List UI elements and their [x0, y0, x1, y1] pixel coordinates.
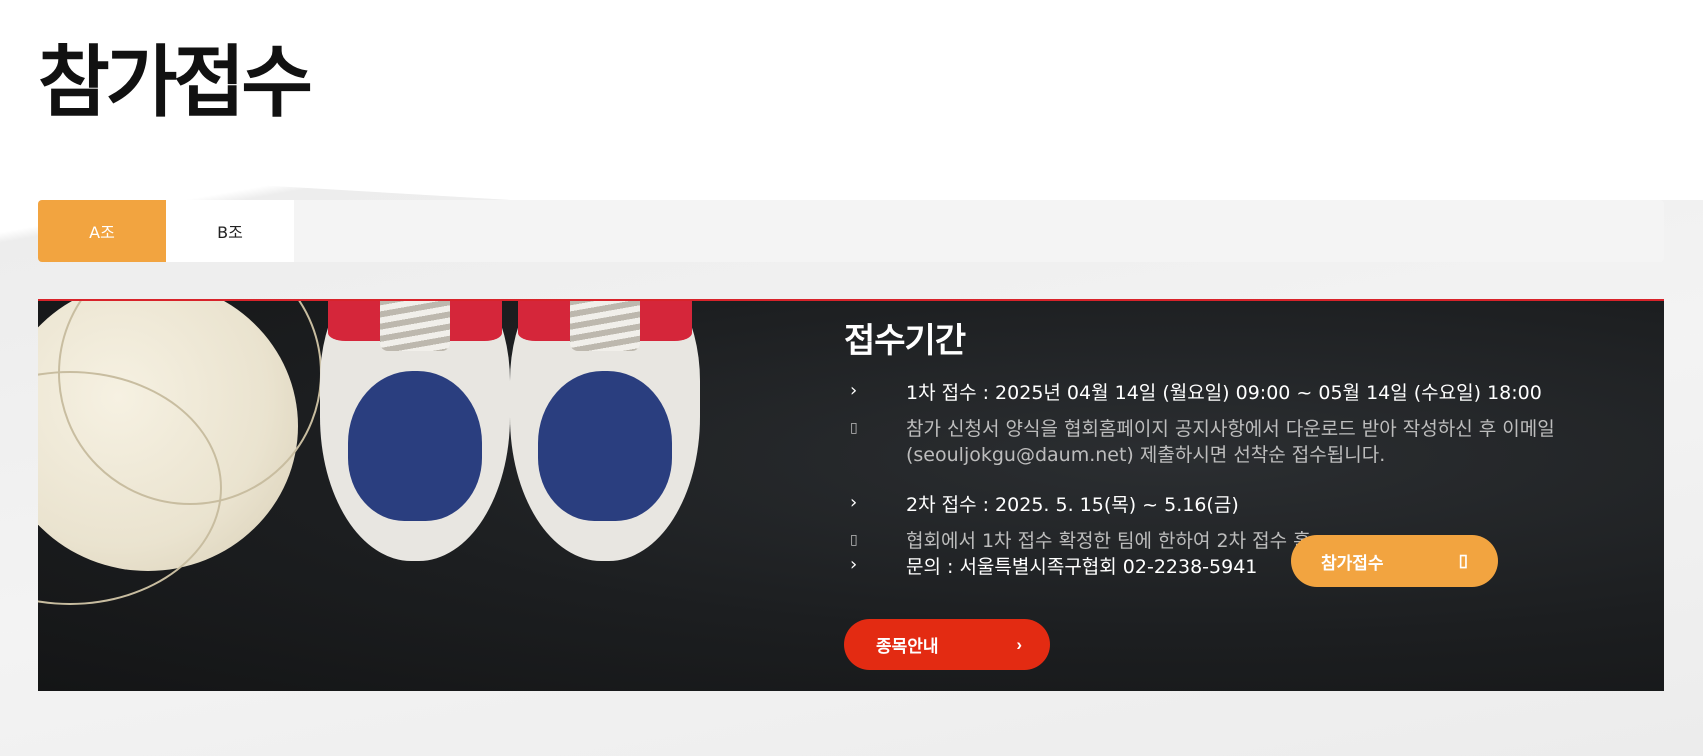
registration-info: 접수기간 › 1차 접수 : 2025년 04월 14일 (월요일) 09:00… — [844, 313, 1624, 590]
first-round-row: › 1차 접수 : 2025년 04월 14일 (월요일) 09:00 ~ 05… — [844, 380, 1624, 406]
second-note-row: ▯ 협회에서 1차 접수 확정한 팀에 한하여 2차 접수 홈 — [844, 528, 1624, 554]
event-guide-button-label: 종목안내 — [876, 637, 939, 656]
second-note-text: 협회에서 1차 접수 확정한 팀에 한하여 2차 접수 홈 — [906, 530, 1311, 552]
first-note-text: 참가 신청서 양식을 협회홈페이지 공지사항에서 다운로드 받아 작성하신 후 … — [906, 418, 1555, 466]
chevron-right-icon: › — [850, 492, 858, 513]
external-link-icon: ▯ — [1458, 551, 1468, 570]
sneaker-left-image — [320, 301, 510, 561]
period-heading: 접수기간 — [844, 321, 966, 361]
second-round-text: 2차 접수 : 2025. 5. 15(목) ~ 5.16(금) — [906, 494, 1239, 516]
contact-row: › 문의 : 서울특별시족구협회 02-2238-5941 — [844, 554, 1624, 580]
note-icon: ▯ — [850, 420, 858, 436]
tab-group-b[interactable]: B조 — [166, 200, 294, 262]
first-note-row: ▯ 참가 신청서 양식을 협회홈페이지 공지사항에서 다운로드 받아 작성하신 … — [844, 416, 1624, 468]
first-round-text: 1차 접수 : 2025년 04월 14일 (월요일) 09:00 ~ 05월 … — [906, 382, 1542, 404]
sneaker-right-image — [510, 301, 700, 561]
tab-group-a[interactable]: A조 — [38, 200, 166, 262]
chevron-right-icon: › — [1016, 634, 1022, 654]
chevron-right-icon: › — [850, 554, 858, 575]
group-tabs: A조 B조 — [38, 200, 1664, 262]
note-icon: ▯ — [850, 532, 858, 548]
page-title: 참가접수 — [38, 38, 313, 128]
event-guide-button[interactable]: 종목안내 › — [844, 619, 1050, 670]
second-round-row: › 2차 접수 : 2025. 5. 15(목) ~ 5.16(금) — [844, 492, 1624, 518]
apply-button-label: 참가접수 — [1321, 553, 1384, 573]
volleyball-image — [38, 301, 322, 605]
apply-button[interactable]: 참가접수 ▯ — [1291, 535, 1498, 587]
chevron-right-icon: › — [850, 380, 858, 401]
contact-text: 문의 : 서울특별시족구협회 02-2238-5941 — [906, 556, 1258, 578]
